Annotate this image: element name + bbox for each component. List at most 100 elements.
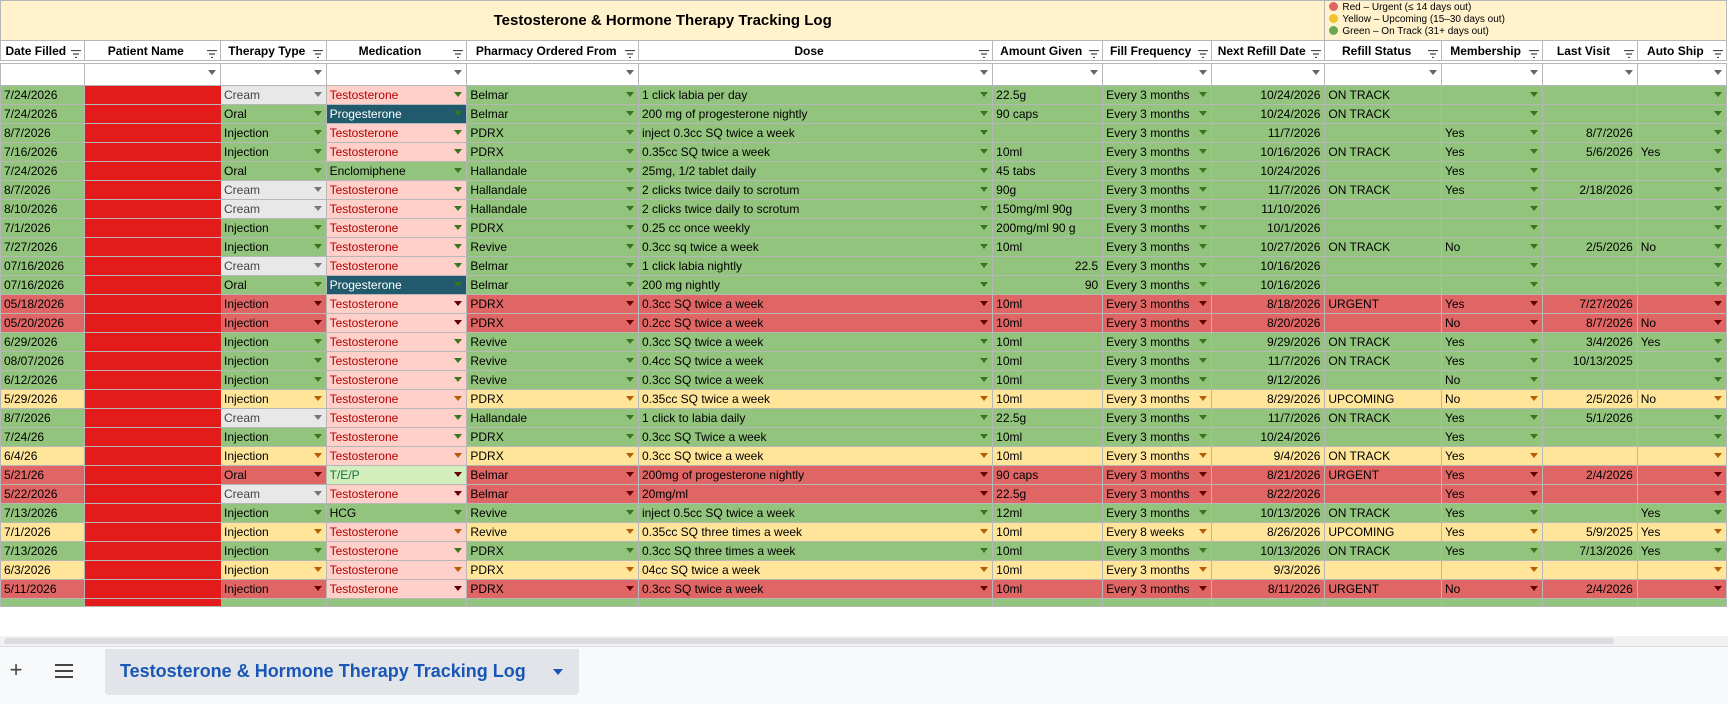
cell-dose[interactable]: inject 0.3cc SQ twice a week xyxy=(637,123,994,143)
chevron-down-icon[interactable] xyxy=(1530,70,1539,75)
cell-pharmacy[interactable]: PDRX xyxy=(466,560,639,580)
chevron-down-icon[interactable] xyxy=(980,263,989,268)
filter-cell[interactable] xyxy=(1636,63,1728,86)
filter-icon[interactable] xyxy=(1198,47,1209,59)
cell-auto[interactable] xyxy=(1636,256,1728,276)
cell-date[interactable]: 7/24/2026 xyxy=(0,161,85,181)
cell-therapy[interactable]: Injection xyxy=(219,294,327,314)
cell-auto[interactable] xyxy=(1636,161,1728,181)
cell-pharmacy[interactable]: PDRX xyxy=(466,541,639,561)
chevron-down-icon[interactable] xyxy=(980,301,989,306)
cell-membership[interactable]: Yes xyxy=(1440,332,1544,352)
cell-amount[interactable]: 10ml xyxy=(992,427,1104,447)
cell-status[interactable]: URGENT xyxy=(1324,465,1442,485)
chevron-down-icon[interactable] xyxy=(1199,567,1208,572)
chevron-down-icon[interactable] xyxy=(980,491,989,496)
cell-date[interactable]: 05/20/2026 xyxy=(0,313,85,333)
chevron-down-icon[interactable] xyxy=(454,415,463,420)
cell-date[interactable]: 6/3/2026 xyxy=(0,560,85,580)
chevron-down-icon[interactable] xyxy=(625,111,634,116)
chevron-down-icon[interactable] xyxy=(454,244,463,249)
chevron-down-icon[interactable] xyxy=(1714,225,1722,230)
chevron-down-icon[interactable] xyxy=(1530,111,1539,116)
cell-next[interactable]: 10/24/2026 xyxy=(1211,427,1326,447)
cell-therapy[interactable]: Injection xyxy=(219,503,327,523)
cell-dose[interactable]: 0.3cc SQ three times a week xyxy=(637,541,994,561)
chevron-down-icon[interactable] xyxy=(313,130,322,135)
chevron-down-icon[interactable] xyxy=(313,187,322,192)
chevron-down-icon[interactable] xyxy=(1530,415,1539,420)
chevron-down-icon[interactable] xyxy=(454,586,463,591)
chevron-down-icon[interactable] xyxy=(313,149,322,154)
chevron-down-icon[interactable] xyxy=(980,377,989,382)
cell-status[interactable] xyxy=(1324,218,1442,238)
chevron-down-icon[interactable] xyxy=(454,70,463,75)
cell-next[interactable]: 10/16/2026 xyxy=(1211,142,1326,162)
chevron-down-icon[interactable] xyxy=(1199,130,1208,135)
cell-auto[interactable] xyxy=(1636,484,1728,504)
chevron-down-icon[interactable] xyxy=(980,149,989,154)
cell-freq[interactable]: Every 3 months xyxy=(1102,560,1213,580)
cell-next[interactable]: 11/7/2026 xyxy=(1211,351,1326,371)
chevron-down-icon[interactable] xyxy=(313,92,322,97)
cell-status[interactable]: ON TRACK xyxy=(1324,180,1442,200)
cell-dose[interactable]: 0.3cc SQ twice a week xyxy=(637,332,994,352)
cell-med[interactable]: Testosterone xyxy=(325,408,468,428)
cell-auto[interactable] xyxy=(1636,218,1728,238)
cell-freq[interactable]: Every 3 months xyxy=(1102,294,1213,314)
cell-freq[interactable]: Every 3 months xyxy=(1102,503,1213,523)
chevron-down-icon[interactable] xyxy=(1199,70,1208,75)
cell-date[interactable]: 7/1/2026 xyxy=(0,218,85,238)
cell-next[interactable]: 9/12/2026 xyxy=(1211,370,1326,390)
filter-cell[interactable] xyxy=(1324,63,1442,86)
chevron-down-icon[interactable] xyxy=(1530,320,1539,325)
cell-last[interactable] xyxy=(1542,503,1638,523)
sheet-title[interactable]: Testosterone & Hormone Therapy Tracking … xyxy=(0,0,1326,41)
chevron-down-icon[interactable] xyxy=(454,225,463,230)
cell-therapy[interactable]: Injection xyxy=(219,560,327,580)
cell-last[interactable]: 8/7/2026 xyxy=(1542,313,1638,333)
cell-therapy[interactable]: Injection xyxy=(219,313,327,333)
cell-status[interactable] xyxy=(1324,370,1442,390)
cell-pharmacy[interactable]: Hallandale xyxy=(466,161,639,181)
chevron-down-icon[interactable] xyxy=(454,472,463,477)
cell-pharmacy[interactable]: Belmar xyxy=(466,465,639,485)
chevron-down-icon[interactable] xyxy=(1199,111,1208,116)
cell-auto[interactable] xyxy=(1636,446,1728,466)
cell-status[interactable] xyxy=(1324,313,1442,333)
cell-next[interactable]: 10/24/2026 xyxy=(1211,161,1326,181)
chevron-down-icon[interactable] xyxy=(1199,92,1208,97)
cell-status[interactable]: ON TRACK xyxy=(1324,351,1442,371)
chevron-down-icon[interactable] xyxy=(1714,339,1722,344)
cell-med[interactable]: Testosterone xyxy=(325,180,468,200)
cell-dose[interactable]: 0.3cc sq twice a week xyxy=(637,237,994,257)
chevron-down-icon[interactable] xyxy=(1199,415,1208,420)
cell-status[interactable] xyxy=(1324,427,1442,447)
cell-freq[interactable]: Every 3 months xyxy=(1102,161,1213,181)
cell-amount[interactable]: 10ml xyxy=(992,370,1104,390)
cell-therapy[interactable]: Injection xyxy=(219,351,327,371)
chevron-down-icon[interactable] xyxy=(313,396,322,401)
chevron-down-icon[interactable] xyxy=(980,320,989,325)
cell-dose[interactable]: 0.35cc SQ three times a week xyxy=(637,522,994,542)
chevron-down-icon[interactable] xyxy=(1199,377,1208,382)
cell-status[interactable]: ON TRACK xyxy=(1324,85,1442,105)
cell-med[interactable]: Testosterone xyxy=(325,199,468,219)
chevron-down-icon[interactable] xyxy=(1714,168,1722,173)
chevron-down-icon[interactable] xyxy=(980,187,989,192)
cell-membership[interactable]: Yes xyxy=(1440,446,1544,466)
cell-pharmacy[interactable]: PDRX xyxy=(466,579,639,599)
chevron-down-icon[interactable] xyxy=(1714,548,1722,553)
cell-amount[interactable]: 10ml xyxy=(992,389,1104,409)
column-header[interactable]: Patient Name xyxy=(83,40,221,61)
column-header[interactable]: Last Visit xyxy=(1542,40,1638,61)
cell-auto[interactable]: No xyxy=(1636,237,1728,257)
chevron-down-icon[interactable] xyxy=(1714,358,1722,363)
chevron-down-icon[interactable] xyxy=(1530,130,1539,135)
cell-last[interactable] xyxy=(1542,427,1638,447)
cell-pharmacy[interactable]: Belmar xyxy=(466,275,639,295)
cell-last[interactable]: 3/4/2026 xyxy=(1542,332,1638,352)
chevron-down-icon[interactable] xyxy=(313,548,322,553)
chevron-down-icon[interactable] xyxy=(1530,510,1539,515)
chevron-down-icon[interactable] xyxy=(1312,70,1321,75)
